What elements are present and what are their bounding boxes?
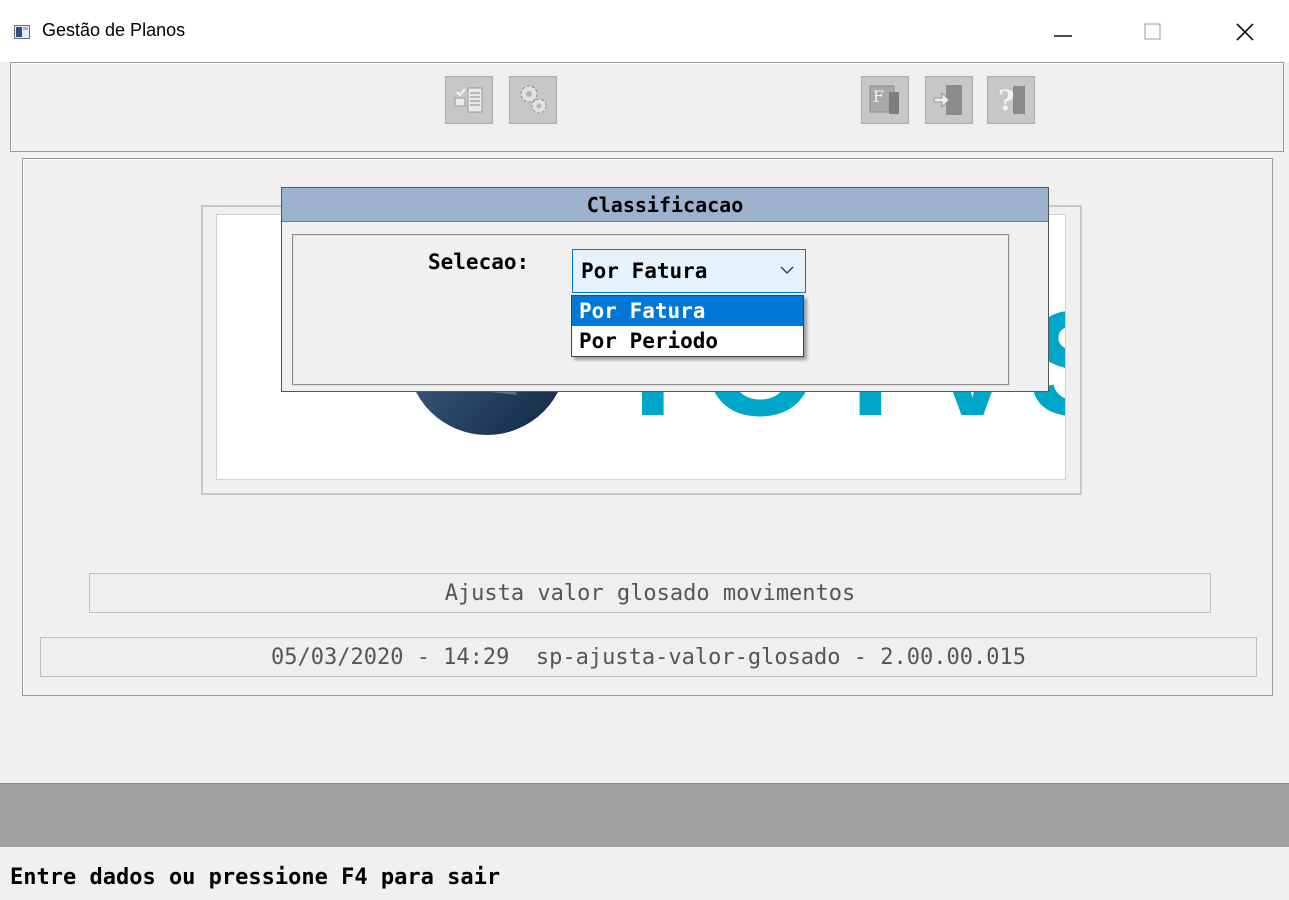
classification-dialog: Classificacao Selecao: Por Fatura: [281, 187, 1049, 392]
minimize-icon: [1054, 35, 1072, 37]
maximize-icon: [1144, 23, 1161, 40]
checklist-icon: [454, 87, 483, 113]
gray-band: [0, 783, 1289, 847]
program-description-text: Ajusta valor glosado movimentos: [444, 580, 856, 606]
svg-text:F: F: [873, 87, 884, 106]
svg-text:?: ?: [998, 84, 1014, 117]
option-por-periodo[interactable]: Por Periodo: [572, 326, 803, 356]
gears-icon: [520, 85, 547, 114]
help-question-icon: ?: [998, 84, 1025, 117]
toolbar-button-exit[interactable]: [925, 76, 973, 124]
toolbar-button-gears[interactable]: [509, 76, 557, 124]
toolbar-button-checklist[interactable]: [445, 76, 493, 124]
maximize-button[interactable]: [1130, 12, 1176, 52]
status-message: Entre dados ou pressione F4 para sair: [10, 865, 501, 890]
f-key-icon: F: [869, 85, 899, 114]
chevron-down-icon: [780, 266, 794, 274]
close-button[interactable]: [1222, 12, 1268, 52]
selection-label: Selecao:: [428, 250, 530, 274]
close-icon: [1236, 23, 1254, 41]
program-description: Ajusta valor glosado movimentos: [89, 573, 1211, 613]
window-titlebar: [0, 0, 1289, 62]
selection-select[interactable]: Por Fatura: [572, 249, 806, 293]
toolbar-button-help[interactable]: ?: [987, 76, 1035, 124]
exit-door-icon: [933, 85, 962, 115]
toolbar: [10, 62, 1284, 152]
minimize-button[interactable]: [1040, 12, 1086, 52]
dialog-title: Classificacao: [282, 188, 1048, 222]
selection-value: Por Fatura: [581, 259, 708, 283]
program-info: 05/03/2020 - 14:29 sp-ajusta-valor-glosa…: [40, 637, 1257, 677]
program-info-text: 05/03/2020 - 14:29 sp-ajusta-valor-glosa…: [271, 644, 1026, 670]
toolbar-button-f-key[interactable]: F: [861, 76, 909, 124]
window-title: Gestão de Planos: [42, 20, 186, 40]
selection-dropdown-list: Por Fatura Por Periodo: [571, 295, 804, 357]
option-por-fatura[interactable]: Por Fatura: [572, 296, 803, 326]
app-icon: [14, 25, 30, 39]
